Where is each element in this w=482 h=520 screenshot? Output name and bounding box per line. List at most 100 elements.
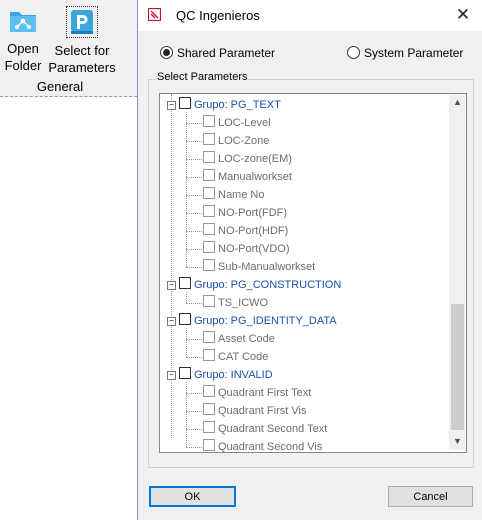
item-checkbox[interactable] bbox=[203, 385, 215, 397]
tree-root-connector bbox=[171, 94, 172, 438]
item-checkbox[interactable] bbox=[203, 187, 215, 199]
group-checkbox[interactable] bbox=[179, 277, 191, 289]
group-checkbox[interactable] bbox=[179, 97, 191, 109]
item-checkbox[interactable] bbox=[203, 421, 215, 433]
item-label: TS_ICWO bbox=[218, 297, 269, 309]
parameter-p-icon bbox=[66, 6, 98, 38]
item-checkbox[interactable] bbox=[203, 259, 215, 271]
item-checkbox[interactable] bbox=[203, 241, 215, 253]
item-label: NO-Port(FDF) bbox=[218, 207, 288, 219]
select-parameters-heading: Select Parameters bbox=[156, 71, 249, 83]
group-checkbox[interactable] bbox=[179, 313, 191, 325]
tree-connector bbox=[186, 411, 202, 412]
collapse-icon[interactable]: − bbox=[167, 281, 176, 290]
item-checkbox[interactable] bbox=[203, 151, 215, 163]
tree-item[interactable]: Quadrant First Vis bbox=[203, 402, 306, 420]
tree-group[interactable]: − Grupo: INVALID bbox=[167, 366, 273, 384]
tree-item[interactable]: Quadrant Second Vis bbox=[203, 438, 323, 453]
item-label: Manualworkset bbox=[218, 171, 292, 183]
collapse-icon[interactable]: − bbox=[167, 317, 176, 326]
item-label: Quadrant Second Vis bbox=[218, 441, 323, 453]
tree-connector bbox=[186, 112, 187, 267]
tree-item[interactable]: LOC-Level bbox=[203, 114, 271, 132]
tree-item[interactable]: LOC-Zone bbox=[203, 132, 269, 150]
item-checkbox[interactable] bbox=[203, 295, 215, 307]
item-checkbox[interactable] bbox=[203, 439, 215, 451]
tree-connector bbox=[186, 267, 202, 268]
tree-item[interactable]: Quadrant First Text bbox=[203, 384, 311, 402]
shared-parameter-radio[interactable]: Shared Parameter bbox=[160, 46, 275, 60]
collapse-icon[interactable]: − bbox=[167, 371, 176, 380]
item-checkbox[interactable] bbox=[203, 169, 215, 181]
tree-item[interactable]: Manualworkset bbox=[203, 168, 292, 186]
dialog-titlebar[interactable]: QC Ingenieros ✕ bbox=[138, 0, 482, 31]
tree-connector bbox=[186, 382, 187, 447]
item-label: NO-Port(VDO) bbox=[218, 243, 290, 255]
item-label: Quadrant First Vis bbox=[218, 405, 307, 417]
parameter-tree[interactable]: − Grupo: PG_TEXT LOC-Level LOC-Zone LOC-zone… bbox=[159, 93, 467, 453]
item-label: LOC-Level bbox=[218, 117, 271, 129]
system-parameter-label: System Parameter bbox=[364, 46, 464, 60]
scroll-up-icon[interactable]: ▲ bbox=[449, 94, 466, 111]
item-checkbox[interactable] bbox=[203, 205, 215, 217]
tree-connector bbox=[186, 447, 202, 448]
tree-item[interactable]: CAT Code bbox=[203, 348, 268, 366]
select-parameters-label-1: Select for bbox=[54, 43, 110, 58]
item-checkbox[interactable] bbox=[203, 115, 215, 127]
scroll-down-icon[interactable]: ▼ bbox=[449, 433, 466, 450]
item-checkbox[interactable] bbox=[203, 331, 215, 343]
group-checkbox[interactable] bbox=[179, 367, 191, 379]
tree-connector bbox=[186, 177, 202, 178]
app-logo-icon bbox=[147, 7, 162, 22]
tree-item[interactable]: Name No bbox=[203, 186, 264, 204]
tree-connector bbox=[186, 339, 202, 340]
system-parameter-radio[interactable]: System Parameter bbox=[347, 46, 463, 60]
tree-connector bbox=[186, 357, 202, 358]
tree-group[interactable]: − Grupo: PG_TEXT bbox=[167, 96, 281, 114]
folder-network-icon bbox=[8, 6, 38, 36]
radio-selected-indicator[interactable] bbox=[160, 46, 173, 59]
qc-dialog: QC Ingenieros ✕ Shared Parameter System … bbox=[137, 0, 482, 520]
tree-connector bbox=[186, 249, 202, 250]
tree-item[interactable]: Quadrant Second Text bbox=[203, 420, 327, 438]
tree-item[interactable]: Sub-Manualworkset bbox=[203, 258, 315, 276]
tree-group[interactable]: − Grupo: PG_IDENTITY_DATA bbox=[167, 312, 337, 330]
ribbon-group-label: General bbox=[36, 79, 84, 94]
tree-item[interactable]: NO-Port(HDF) bbox=[203, 222, 288, 240]
open-folder-label-2: Folder bbox=[4, 58, 42, 73]
select-parameters-label-2: Parameters bbox=[48, 60, 116, 75]
open-folder-label-1: Open bbox=[7, 41, 39, 56]
tree-connector bbox=[186, 393, 202, 394]
open-folder-button[interactable]: Open Folder bbox=[2, 6, 44, 74]
item-label: LOC-zone(EM) bbox=[218, 153, 292, 165]
tree-scrollbar[interactable]: ▲ ▼ bbox=[449, 94, 466, 450]
tree-connector bbox=[186, 303, 202, 304]
item-label: Sub-Manualworkset bbox=[218, 261, 316, 273]
tree-connector bbox=[186, 213, 202, 214]
cancel-button[interactable]: Cancel bbox=[388, 486, 473, 507]
radio-unselected-indicator[interactable] bbox=[347, 46, 360, 59]
tree-item[interactable]: LOC-zone(EM) bbox=[203, 150, 292, 168]
group-label: Grupo: PG_CONSTRUCTION bbox=[194, 279, 342, 291]
tree-item[interactable]: NO-Port(VDO) bbox=[203, 240, 290, 258]
item-checkbox[interactable] bbox=[203, 403, 215, 415]
tree-connector bbox=[186, 292, 187, 303]
tree-group[interactable]: − Grupo: PG_CONSTRUCTION bbox=[167, 276, 341, 294]
item-label: CAT Code bbox=[218, 351, 269, 363]
scroll-thumb[interactable] bbox=[451, 304, 464, 430]
item-label: Name No bbox=[218, 189, 265, 201]
item-checkbox[interactable] bbox=[203, 133, 215, 145]
item-checkbox[interactable] bbox=[203, 223, 215, 235]
item-checkbox[interactable] bbox=[203, 349, 215, 361]
tree-connector bbox=[186, 195, 202, 196]
ok-button[interactable]: OK bbox=[149, 486, 236, 507]
collapse-icon[interactable]: − bbox=[167, 101, 176, 110]
tree-item[interactable]: TS_ICWO bbox=[203, 294, 268, 312]
select-parameters-button[interactable]: Select for Parameters bbox=[46, 6, 118, 76]
group-label: Grupo: PG_IDENTITY_DATA bbox=[194, 315, 337, 327]
tree-item[interactable]: Asset Code bbox=[203, 330, 275, 348]
close-icon[interactable]: ✕ bbox=[452, 4, 474, 26]
tree-connector bbox=[186, 159, 202, 160]
tree-item[interactable]: NO-Port(FDF) bbox=[203, 204, 287, 222]
ribbon-panel: Open Folder Select for Parameters Genera… bbox=[0, 0, 137, 97]
